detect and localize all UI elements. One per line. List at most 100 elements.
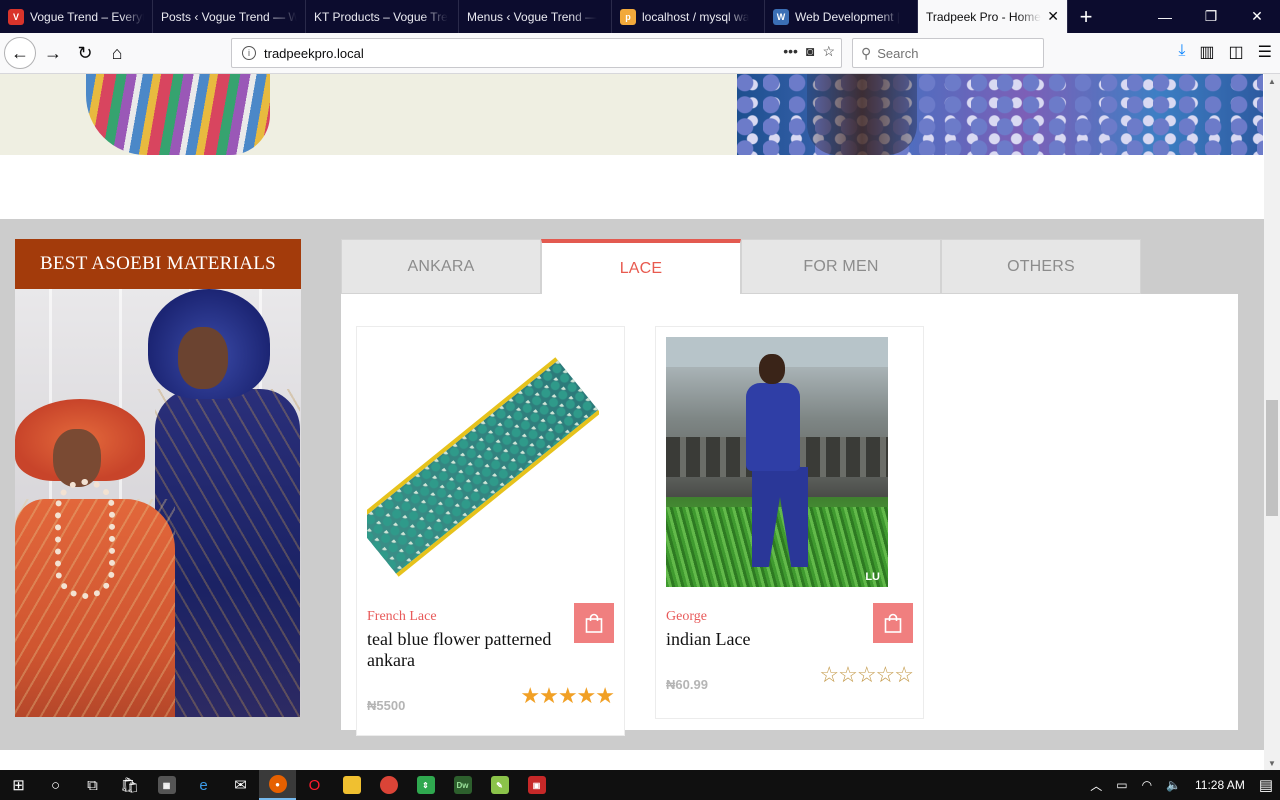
cortana-search-icon[interactable]: ○	[37, 770, 74, 800]
shopping-bag-icon	[585, 613, 603, 633]
wifi-icon[interactable]: ◠	[1142, 778, 1152, 792]
browser-tab-vogue-trend[interactable]: V Vogue Trend – Everyt	[0, 0, 153, 33]
close-window-icon[interactable]: ✕	[1234, 0, 1280, 33]
striped-fabric-graphic	[86, 74, 270, 155]
windows-taskbar: ⊞ ○ ⧉ 🛍 ▦ e ✉ ● O ⇕ Dw ✎ ▣ ︿ ▭ ◠ 🔈 11:28…	[0, 770, 1280, 800]
product-grid-panel: French Lace teal blue flower patterned a…	[341, 294, 1238, 736]
dreamweaver-icon[interactable]: Dw	[444, 770, 481, 800]
man-figure-head	[759, 354, 785, 384]
browser-tab-posts[interactable]: Posts ‹ Vogue Trend — W	[153, 0, 306, 33]
product-name[interactable]: teal blue flower patterned ankara	[367, 629, 572, 671]
site-info-icon[interactable]: i	[242, 46, 256, 60]
store-icon[interactable]: 🛍	[111, 770, 148, 800]
product-category[interactable]: George	[666, 609, 707, 625]
teal-fabric-graphic	[367, 357, 599, 577]
product-price: ₦5500	[367, 698, 406, 713]
mail-icon[interactable]: ✉	[222, 770, 259, 800]
notepad-plus-plus-icon[interactable]: ✎	[481, 770, 518, 800]
add-to-cart-button[interactable]	[873, 603, 913, 643]
opera-icon[interactable]: O	[296, 770, 333, 800]
browser-tab-kt-products[interactable]: KT Products – Vogue Tre	[306, 0, 459, 33]
product-image[interactable]: LU	[666, 337, 888, 587]
system-tray: ︿ ▭ ◠ 🔈 11:28 AM ▤	[1083, 770, 1280, 800]
section-heading: BEST ASOEBI MATERIALS	[15, 239, 301, 289]
web-dev-favicon-icon: W	[773, 8, 789, 25]
file-explorer-icon[interactable]	[333, 770, 370, 800]
browser-tab-tradpeek-active[interactable]: Tradpeek Pro - Home ✕	[918, 0, 1068, 33]
browser-tab-strip: V Vogue Trend – Everyt Posts ‹ Vogue Tre…	[0, 0, 1280, 33]
promo-banner-right-image[interactable]	[737, 74, 1263, 155]
windows-start-icon[interactable]: ⊞	[0, 770, 37, 800]
product-name[interactable]: indian Lace	[666, 629, 871, 650]
page-viewport: BEST ASOEBI MATERIALS ANKARA LACE FOR ME…	[0, 74, 1264, 770]
restore-icon[interactable]: ❐	[1188, 0, 1234, 33]
home-icon[interactable]: ⌂	[102, 38, 132, 68]
tab-for-men[interactable]: FOR MEN	[741, 239, 941, 294]
vogue-favicon-icon: V	[8, 8, 24, 25]
product-card[interactable]: French Lace teal blue flower patterned a…	[356, 326, 625, 736]
tab-title: Posts ‹ Vogue Trend — W	[161, 9, 297, 24]
clock-time[interactable]: 11:28 AM	[1195, 778, 1245, 792]
tab-title: Web Development |	[795, 9, 900, 24]
product-card[interactable]: LU George indian Lace ₦60.99 ☆☆☆☆☆	[655, 326, 924, 719]
page-scrollbar[interactable]: ▲ ▼	[1264, 74, 1280, 770]
address-bar[interactable]: i tradpeekpro.local ••• ◙ ☆	[231, 38, 842, 68]
reload-icon[interactable]: ↻	[70, 38, 100, 68]
browser-toolbar: ⤓ ▥ ◫ ☰	[1178, 42, 1272, 62]
shopping-bag-icon	[884, 613, 902, 633]
scrollbar-thumb[interactable]	[1266, 400, 1278, 516]
calculator-app-icon[interactable]: ▦	[148, 770, 185, 800]
product-image[interactable]	[367, 337, 599, 587]
library-icon[interactable]: ▥	[1199, 42, 1214, 62]
tab-title: Tradpeek Pro - Home	[926, 9, 1041, 24]
browser-tab-phpmyadmin[interactable]: p localhost / mysql wa	[612, 0, 765, 33]
product-price: ₦60.99	[666, 677, 708, 692]
browser-tab-menus[interactable]: Menus ‹ Vogue Trend —	[459, 0, 612, 33]
app-green-arrow-icon[interactable]: ⇕	[407, 770, 444, 800]
back-arrow-icon[interactable]: ←	[4, 37, 36, 69]
pocket-icon[interactable]: ◙	[806, 43, 814, 60]
chrome-icon[interactable]	[370, 770, 407, 800]
search-field[interactable]: ⚲ Search	[852, 38, 1044, 68]
photo-coral-beads	[55, 479, 115, 599]
volume-icon[interactable]: 🔈	[1166, 778, 1181, 792]
promo-banner-left-image[interactable]	[0, 74, 737, 155]
sidebar-icon[interactable]: ◫	[1229, 42, 1244, 62]
scroll-down-arrow-icon[interactable]: ▼	[1264, 756, 1280, 770]
window-controls: — ❐ ✕	[1142, 0, 1280, 33]
forward-arrow-icon[interactable]: →	[38, 38, 68, 68]
product-category-tabs: ANKARA LACE FOR MEN OTHERS	[341, 239, 1141, 294]
tab-others[interactable]: OTHERS	[941, 239, 1141, 294]
download-icon[interactable]: ⤓	[1178, 42, 1185, 62]
photo-model-face	[53, 429, 101, 487]
product-category[interactable]: French Lace	[367, 609, 437, 625]
page-actions-ellipsis-icon[interactable]: •••	[783, 43, 798, 60]
add-to-cart-button[interactable]	[574, 603, 614, 643]
tab-ankara[interactable]: ANKARA	[341, 239, 541, 294]
firefox-icon[interactable]: ●	[259, 770, 296, 800]
browser-tab-web-development[interactable]: W Web Development |	[765, 0, 918, 33]
asoebi-models-photo[interactable]	[15, 289, 301, 717]
show-hidden-icons-chevron-icon[interactable]: ︿	[1090, 777, 1102, 794]
close-tab-icon[interactable]: ✕	[1047, 8, 1059, 25]
new-tab-plus-icon[interactable]: +	[1068, 0, 1104, 33]
search-placeholder: Search	[877, 45, 919, 61]
photo-model-face	[178, 327, 228, 389]
edge-browser-icon[interactable]: e	[185, 770, 222, 800]
battery-icon[interactable]: ▭	[1116, 778, 1127, 792]
grass-graphic	[666, 507, 888, 587]
minimize-icon[interactable]: —	[1142, 0, 1188, 33]
task-view-icon[interactable]: ⧉	[74, 770, 111, 800]
bookmark-star-icon[interactable]: ☆	[822, 43, 835, 60]
notification-center-icon[interactable]: ▤	[1259, 776, 1273, 794]
browser-nav-bar: ← → ↻ ⌂ i tradpeekpro.local ••• ◙ ☆ ⚲ Se…	[0, 33, 1280, 74]
red-app-icon[interactable]: ▣	[518, 770, 555, 800]
menu-hamburger-icon[interactable]: ☰	[1258, 42, 1272, 62]
tab-title: KT Products – Vogue Tre	[314, 9, 448, 24]
url-text[interactable]: tradpeekpro.local	[264, 46, 364, 61]
man-figure-torso	[746, 383, 800, 471]
tab-lace[interactable]: LACE	[541, 239, 741, 294]
search-icon: ⚲	[861, 44, 872, 61]
scroll-up-arrow-icon[interactable]: ▲	[1264, 74, 1280, 88]
rating-stars: ★★★★★	[520, 683, 615, 708]
